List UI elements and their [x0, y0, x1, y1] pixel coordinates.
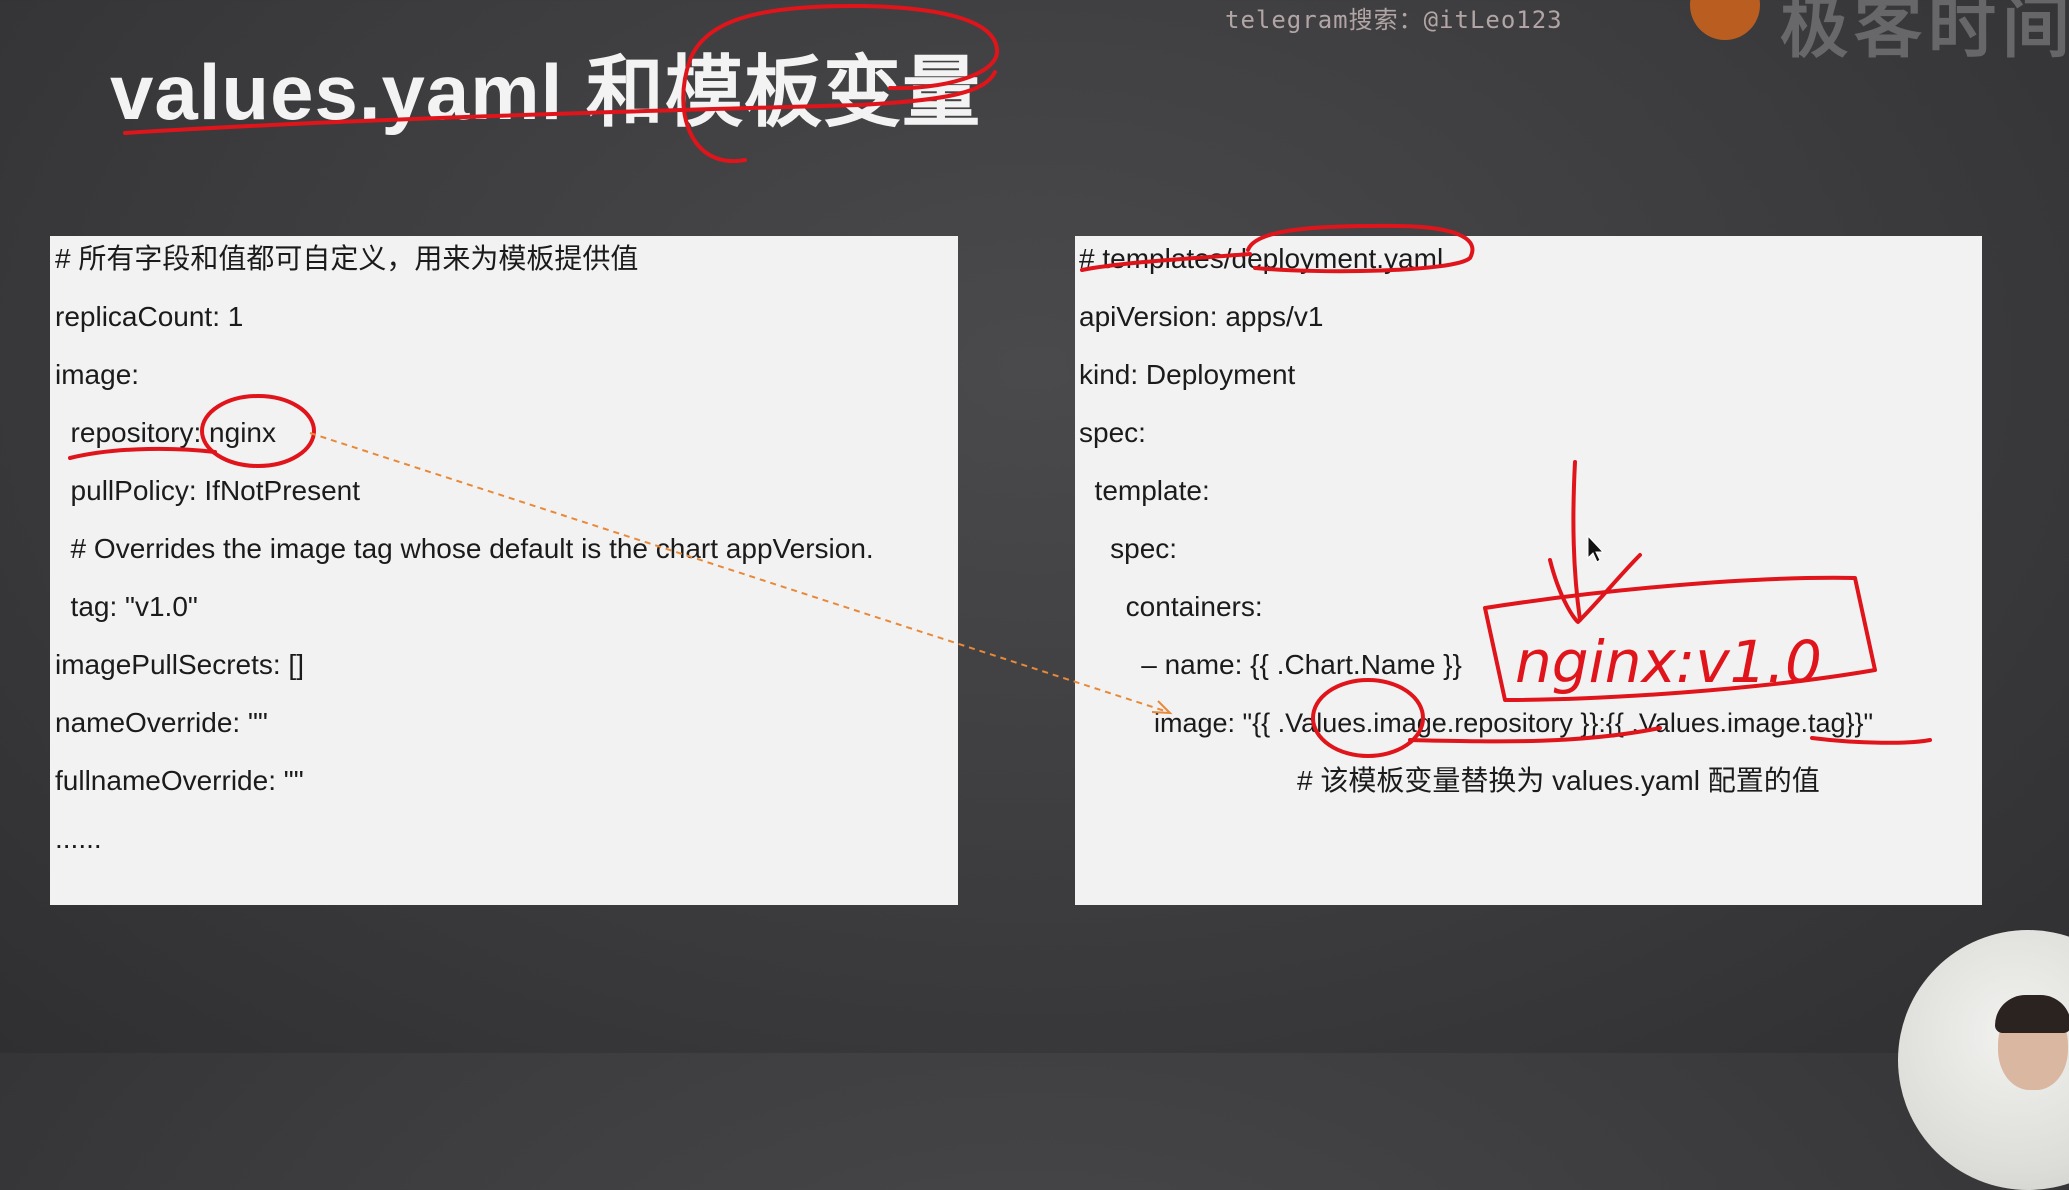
- code-line: pullPolicy: IfNotPresent: [55, 475, 361, 506]
- code-line: fullnameOverride: "": [55, 765, 304, 796]
- code-line: apiVersion: apps/v1: [1079, 301, 1324, 332]
- code-line: # templates/deployment.yaml: [1079, 243, 1444, 274]
- brand-logo-icon: [1690, 0, 1760, 40]
- code-line: # 所有字段和值都可自定义，用来为模板提供值: [55, 243, 639, 274]
- watermark-text: telegram搜索：@itLeo123: [1225, 6, 1563, 34]
- code-line: repository: nginx: [55, 417, 276, 448]
- code-line: ......: [55, 823, 102, 854]
- code-line: spec:: [1079, 533, 1178, 564]
- code-line: replicaCount: 1: [55, 301, 244, 332]
- code-line: containers:: [1079, 591, 1263, 622]
- values-yaml-panel: # 所有字段和值都可自定义，用来为模板提供值 replicaCount: 1 i…: [50, 236, 958, 905]
- code-line: kind: Deployment: [1079, 359, 1296, 390]
- brand-text: 极客时间: [1780, 0, 2069, 66]
- code-line: – name: {{ .Chart.Name }}: [1079, 649, 1462, 680]
- code-line: spec:: [1079, 417, 1146, 448]
- deployment-template-panel: # templates/deployment.yaml apiVersion: …: [1075, 236, 1982, 905]
- code-line: template:: [1079, 475, 1210, 506]
- code-line: imagePullSecrets: []: [55, 649, 304, 680]
- code-comment: # 该模板变量替换为 values.yaml 配置的值: [1297, 765, 1820, 796]
- code-line: nameOverride: "": [55, 707, 268, 738]
- code-line: image: "{{ .Values.image.repository }}:{…: [1079, 708, 1874, 738]
- code-line: # Overrides the image tag whose default …: [55, 533, 874, 564]
- code-line: tag: "v1.0": [55, 591, 198, 622]
- presenter-hair: [1995, 995, 2069, 1033]
- code-line: image:: [55, 359, 140, 390]
- slide-title: values.yaml 和模板变量: [110, 48, 981, 136]
